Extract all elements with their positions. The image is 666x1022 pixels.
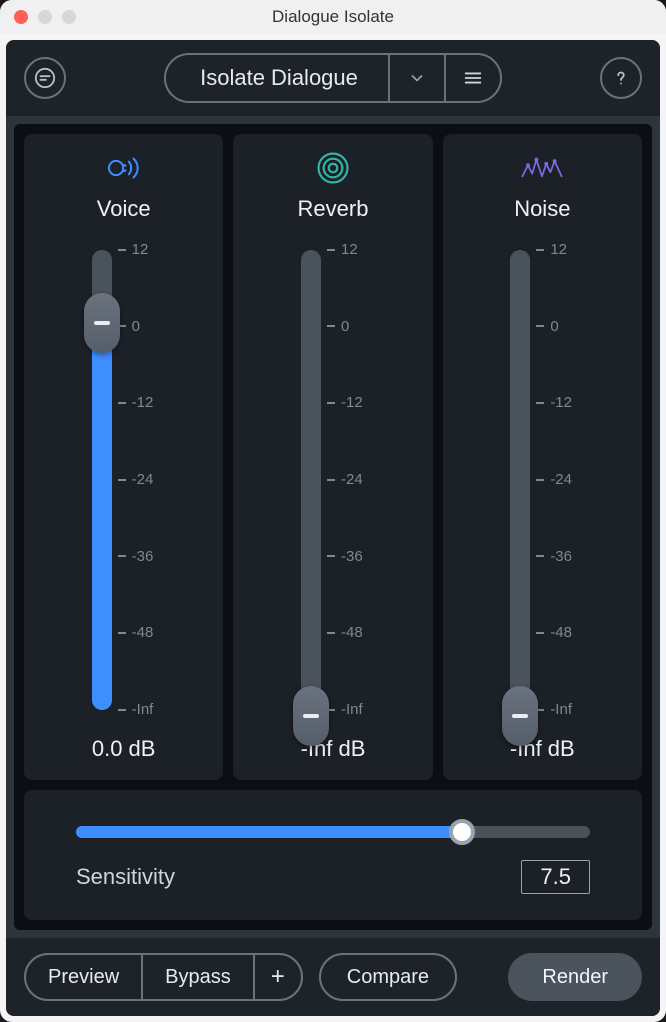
chevron-down-icon [407,68,427,88]
reverb-track[interactable] [301,250,321,710]
noise-panel: Noise 120-12-24-36-48-Inf -Inf dB [443,134,642,780]
main-content: Voice 12 0 -12 -24 -36 -48 -Inf 0.0 dB [14,124,652,930]
fader-tick: -36 [327,548,363,565]
fader-tick: -Inf [118,701,154,718]
sensitivity-panel: Sensitivity 7.5 [24,790,642,920]
fader-tick: -48 [327,624,363,641]
voice-panel: Voice 12 0 -12 -24 -36 -48 -Inf 0.0 dB [24,134,223,780]
traffic-lights [14,10,76,24]
voice-readout: 0.0 dB [92,736,156,762]
reverb-ticks: 120-12-24-36-48-Inf [327,250,387,710]
fader-tick: 0 [536,318,558,335]
close-window-button[interactable] [14,10,28,24]
app-window: Dialogue Isolate Isolate Dialogue [0,0,666,1022]
chat-icon [34,67,56,89]
fader-tick: -36 [536,548,572,565]
noise-icon [521,150,563,186]
preset-menu-button[interactable] [444,55,500,101]
compare-button[interactable]: Compare [319,953,457,1001]
fader-tick: -24 [118,471,154,488]
noise-track[interactable] [510,250,530,710]
preset-selector: Isolate Dialogue [164,53,502,103]
plugin-panel: Isolate Dialogue [6,40,660,1016]
noise-fader-area: 12 0 -12 -24 -36 -48 -Inf [453,244,632,716]
reverb-icon [316,150,350,186]
preview-bypass-group: Preview Bypass + [24,953,303,1001]
voice-thumb[interactable] [84,293,120,353]
reverb-title: Reverb [298,196,369,222]
fader-tick: 0 [327,318,349,335]
reverb-thumb[interactable] [293,686,329,746]
fader-tick: -Inf [536,701,572,718]
zoom-window-button[interactable] [62,10,76,24]
titlebar: Dialogue Isolate [0,0,666,34]
preview-button[interactable]: Preview [26,955,141,999]
preset-dropdown-button[interactable] [388,55,444,101]
voice-fader-area: 12 0 -12 -24 -36 -48 -Inf [34,244,213,716]
sensitivity-label: Sensitivity [76,864,175,890]
voice-icon [105,150,143,186]
sensitivity-track[interactable] [76,826,590,838]
fader-tick: -12 [118,394,154,411]
sensitivity-fill [76,826,462,838]
fader-tick: 0 [118,318,140,335]
fader-tick: 12 [118,241,149,258]
fader-tick: -48 [536,624,572,641]
fader-tick: -24 [327,471,363,488]
preset-label[interactable]: Isolate Dialogue [166,55,388,101]
fader-tick: -12 [536,394,572,411]
sensitivity-thumb[interactable] [449,819,475,845]
minimize-window-button[interactable] [38,10,52,24]
fader-tick: 12 [327,241,358,258]
chat-icon-button[interactable] [24,57,66,99]
bypass-button[interactable]: Bypass [141,955,253,999]
fader-tick: 12 [536,241,567,258]
fader-tick: -24 [536,471,572,488]
voice-track-fill [92,317,112,710]
fader-tick: -Inf [327,701,363,718]
voice-title: Voice [97,196,151,222]
noise-ticks: 120-12-24-36-48-Inf [536,250,596,710]
help-button[interactable] [600,57,642,99]
noise-title: Noise [514,196,570,222]
reverb-fader-area: 12 0 -12 -24 -36 -48 -Inf [243,244,422,716]
render-button[interactable]: Render [508,953,642,1001]
menu-icon [462,67,484,89]
help-icon [610,67,632,89]
window-title: Dialogue Isolate [14,7,652,27]
fader-tick: -48 [118,624,154,641]
fader-tick: -12 [327,394,363,411]
sensitivity-value-input[interactable]: 7.5 [521,860,590,894]
noise-thumb[interactable] [502,686,538,746]
voice-ticks: 120-12-24-36-48-Inf [118,250,178,710]
fader-tick: -36 [118,548,154,565]
bottom-bar: Preview Bypass + Compare Render [6,938,660,1016]
reverb-panel: Reverb 120-12-24-36-48-Inf -Inf dB [233,134,432,780]
top-toolbar: Isolate Dialogue [6,40,660,116]
add-button[interactable]: + [253,955,301,999]
sliders-row: Voice 12 0 -12 -24 -36 -48 -Inf 0.0 dB [24,134,642,780]
